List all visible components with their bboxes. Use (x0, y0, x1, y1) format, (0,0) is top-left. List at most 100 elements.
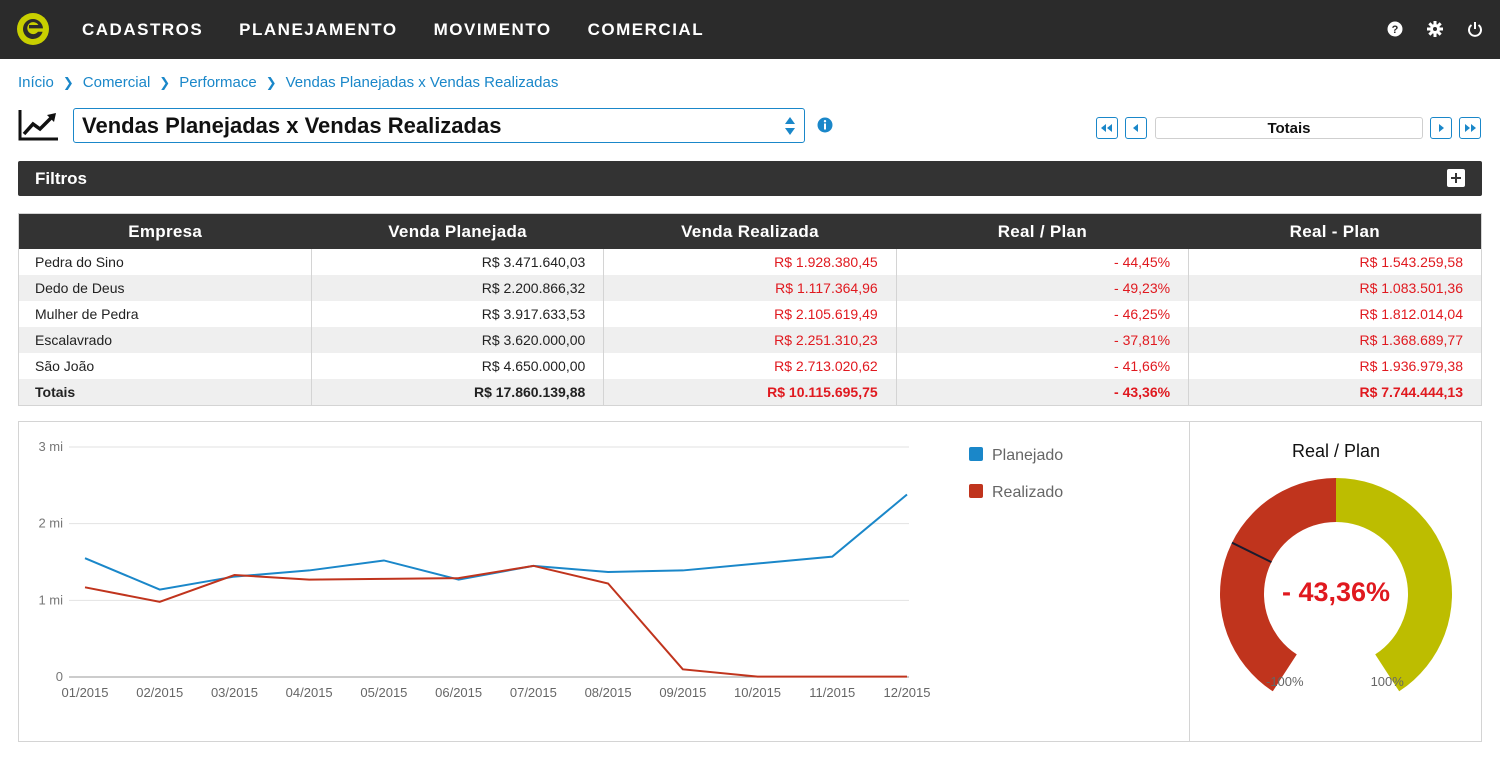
breadcrumb-performace[interactable]: Performace (179, 74, 257, 91)
table-row[interactable]: Mulher de Pedra R$ 3.917.633,53 R$ 2.105… (19, 301, 1481, 327)
cell-empresa: Pedra do Sino (19, 249, 312, 275)
help-icon[interactable]: ? (1384, 18, 1406, 40)
cell-venda-realizada: R$ 2.713.020,62 (603, 353, 897, 379)
expand-plus-icon[interactable] (1447, 169, 1465, 187)
last-page-button[interactable] (1459, 117, 1481, 139)
cell-real-plan: - 37,81% (896, 327, 1190, 353)
legend-swatch (969, 484, 983, 498)
gauge-value-label: - 43,36% (1282, 577, 1390, 607)
nav-planejamento[interactable]: PLANEJAMENTO (239, 20, 397, 40)
cell-real-minus-plan: R$ 1.812.014,04 (1359, 306, 1463, 322)
gauge-title: Real / Plan (1292, 441, 1380, 461)
x-tick-label: 06/2015 (435, 685, 482, 700)
chevron-right-icon: ❯ (265, 74, 277, 90)
breadcrumb-current[interactable]: Vendas Planejadas x Vendas Realizadas (286, 74, 559, 91)
cell-venda-planejada: R$ 2.200.866,32 (311, 275, 605, 301)
legend-swatch (969, 447, 983, 461)
x-tick-label: 09/2015 (659, 685, 706, 700)
cell-real-plan: - 44,45% (896, 249, 1190, 275)
x-tick-label: 12/2015 (884, 685, 931, 700)
cell-real-minus-plan: R$ 1.543.259,58 (1359, 254, 1463, 270)
breadcrumb-inicio[interactable]: Início (18, 74, 54, 91)
cell-empresa: São João (19, 353, 312, 379)
power-icon[interactable] (1464, 18, 1486, 40)
charts-panel: 0 1 mi 2 mi 3 mi 01/2015 02/2015 03/2015 04/201… (18, 421, 1482, 742)
prev-page-button[interactable] (1125, 117, 1147, 139)
svg-text:?: ? (1392, 24, 1399, 36)
top-icons: ? (1366, 18, 1486, 40)
cell-total-real-plan: - 43,36% (896, 379, 1190, 405)
filters-bar[interactable]: Filtros (18, 161, 1482, 196)
double-arrow-left-icon (1101, 124, 1112, 132)
x-tick-label: 04/2015 (286, 685, 333, 700)
cell-venda-planejada: R$ 3.620.000,00 (311, 327, 605, 353)
cell-empresa: Dedo de Deus (19, 275, 312, 301)
line-chart: 0 1 mi 2 mi 3 mi 01/2015 02/2015 03/2015 04/201… (38, 439, 1063, 700)
y-tick-label: 1 mi (38, 592, 63, 607)
table-totals-row: Totais R$ 17.860.139,88 R$ 10.115.695,75… (19, 379, 1481, 405)
cell-real-minus-plan: R$ 1.368.689,77 (1188, 327, 1481, 353)
breadcrumb: Início ❯ Comercial ❯ Performace ❯ Vendas… (18, 74, 558, 91)
app-logo-icon[interactable] (16, 12, 50, 46)
gear-icon[interactable] (1424, 18, 1446, 40)
cell-real-plan: - 46,25% (896, 301, 1190, 327)
x-tick-label: 08/2015 (585, 685, 632, 700)
col-header-real-plan-ratio[interactable]: Real / Plan (896, 214, 1189, 249)
arrow-left-icon (1133, 124, 1138, 132)
col-header-venda-realizada[interactable]: Venda Realizada (603, 214, 897, 249)
next-page-button[interactable] (1430, 117, 1452, 139)
cell-venda-planejada: R$ 3.917.633,53 (311, 301, 605, 327)
report-title: Vendas Planejadas x Vendas Realizadas (82, 113, 502, 138)
y-tick-label: 2 mi (38, 516, 63, 531)
x-tick-label: 01/2015 (62, 685, 109, 700)
filters-label: Filtros (35, 169, 87, 188)
select-arrows-icon (785, 117, 795, 135)
legend-label[interactable]: Realizado (992, 484, 1063, 501)
series-line-planejado[interactable] (84, 493, 908, 591)
results-table: Empresa Venda Planejada Venda Realizada … (18, 213, 1482, 406)
nav-comercial[interactable]: COMERCIAL (588, 20, 704, 40)
first-page-button[interactable] (1096, 117, 1118, 139)
gauge-max-label: 100% (1371, 674, 1405, 689)
nav-cadastros[interactable]: CADASTROS (82, 20, 203, 40)
nav-movimento[interactable]: MOVIMENTO (434, 20, 552, 40)
top-navbar: CADASTROS PLANEJAMENTO MOVIMENTO COMERCI… (0, 0, 1500, 59)
legend-label[interactable]: Planejado (992, 447, 1063, 464)
report-select[interactable]: Vendas Planejadas x Vendas Realizadas (73, 108, 805, 143)
y-tick-label: 0 (56, 669, 63, 684)
cell-empresa: Mulher de Pedra (19, 301, 312, 327)
x-tick-label: 03/2015 (211, 685, 258, 700)
table-header-row: Empresa Venda Planejada Venda Realizada … (19, 214, 1481, 249)
chevron-right-icon: ❯ (62, 74, 74, 90)
cell-totals-label: Totais (19, 379, 312, 405)
cell-total-planejada: R$ 17.860.139,88 (311, 379, 605, 405)
line-chart-icon (18, 110, 58, 141)
col-header-empresa[interactable]: Empresa (19, 214, 312, 249)
cell-venda-realizada: R$ 1.928.380,45 (603, 249, 897, 275)
col-header-venda-planejada[interactable]: Venda Planejada (311, 214, 604, 249)
chevron-right-icon: ❯ (159, 74, 171, 90)
table-row[interactable]: Pedra do Sino R$ 3.471.640,03 R$ 1.928.3… (19, 249, 1481, 275)
cell-total-real-minus-plan: R$ 7.744.444,13 (1188, 379, 1481, 405)
cell-total-realizada: R$ 10.115.695,75 (603, 379, 897, 405)
cell-venda-realizada: R$ 2.251.310,23 (603, 327, 897, 353)
col-header-real-minus-plan[interactable]: Real - Plan (1188, 214, 1481, 249)
cell-real-plan: - 49,23% (896, 275, 1190, 301)
cell-real-minus-plan: R$ 1.083.501,36 (1188, 275, 1481, 301)
cell-venda-planejada: R$ 3.471.640,03 (311, 249, 605, 275)
info-icon[interactable] (817, 117, 833, 133)
table-row[interactable]: Escalavrado R$ 3.620.000,00 R$ 2.251.310… (19, 327, 1481, 353)
breadcrumb-comercial[interactable]: Comercial (83, 74, 151, 91)
cell-real-minus-plan: R$ 1.936.979,38 (1359, 358, 1463, 374)
x-tick-label: 05/2015 (360, 685, 407, 700)
arrow-right-icon (1439, 124, 1444, 132)
cell-venda-realizada: R$ 2.105.619,49 (603, 301, 897, 327)
gauge-chart: Real / Plan - 43,36% -100% 100% (1220, 441, 1452, 692)
x-tick-label: 02/2015 (136, 685, 183, 700)
cell-real-plan: - 41,66% (896, 353, 1190, 379)
table-row[interactable]: São João R$ 4.650.000,00 R$ 2.713.020,62… (19, 353, 1481, 379)
main-nav: CADASTROS PLANEJAMENTO MOVIMENTO COMERCI… (82, 0, 740, 59)
series-line-realizado[interactable] (84, 564, 907, 678)
table-row[interactable]: Dedo de Deus R$ 2.200.866,32 R$ 1.117.36… (19, 275, 1481, 301)
x-tick-label: 11/2015 (809, 685, 855, 700)
